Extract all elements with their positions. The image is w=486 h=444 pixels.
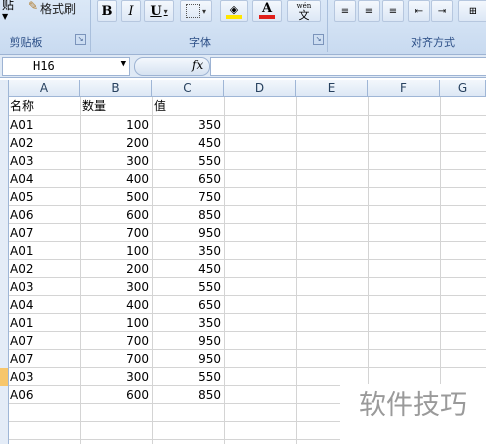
- increase-indent-button[interactable]: ⇥: [431, 0, 453, 22]
- cell-name[interactable]: A07: [10, 332, 78, 350]
- cell-name[interactable]: A07: [10, 350, 78, 368]
- align-right-button[interactable]: ≡: [382, 0, 404, 22]
- cell-quantity[interactable]: 400: [80, 296, 149, 314]
- cell-b1[interactable]: 数量: [82, 97, 150, 115]
- fill-color-button[interactable]: ◈: [220, 0, 248, 22]
- group-separator: [327, 0, 328, 52]
- cell-name[interactable]: A01: [10, 314, 78, 332]
- watermark: 软件技巧: [340, 384, 486, 444]
- cell-quantity[interactable]: 700: [80, 332, 149, 350]
- font-launcher-icon[interactable]: ↘: [313, 34, 324, 45]
- decrease-indent-button[interactable]: ⇤: [408, 0, 430, 22]
- column-header-f[interactable]: F: [368, 80, 440, 97]
- cell-name[interactable]: A03: [10, 278, 78, 296]
- cell-quantity[interactable]: 400: [80, 170, 149, 188]
- name-box-dropdown-icon[interactable]: ▼: [121, 59, 126, 69]
- column-header-b[interactable]: B: [80, 80, 152, 97]
- cell-name[interactable]: A06: [10, 386, 78, 404]
- cell-quantity[interactable]: 200: [80, 260, 149, 278]
- clipboard-launcher-icon[interactable]: ↘: [75, 34, 86, 45]
- cell-value[interactable]: 650: [152, 170, 221, 188]
- cell-name[interactable]: A07: [10, 224, 78, 242]
- fill-color-bar: [226, 14, 242, 19]
- name-box[interactable]: H16 ▼: [2, 57, 130, 76]
- cell-quantity[interactable]: 600: [80, 206, 149, 224]
- cell-name[interactable]: A01: [10, 242, 78, 260]
- cell-value[interactable]: 350: [152, 242, 221, 260]
- cell-quantity[interactable]: 300: [80, 278, 149, 296]
- alignment-group-label: 对齐方式: [411, 36, 455, 49]
- cell-name[interactable]: A06: [10, 206, 78, 224]
- cell-name[interactable]: A02: [10, 134, 78, 152]
- cell-value[interactable]: 550: [152, 278, 221, 296]
- cell-value[interactable]: 450: [152, 260, 221, 278]
- cell-quantity[interactable]: 100: [80, 116, 149, 134]
- borders-icon: [185, 4, 200, 18]
- gridline: [296, 97, 297, 444]
- align-left-button[interactable]: ≡: [334, 0, 356, 22]
- gridline: [224, 97, 225, 444]
- formula-input[interactable]: [210, 57, 486, 76]
- cell-value[interactable]: 950: [152, 224, 221, 242]
- cell-quantity[interactable]: 300: [80, 368, 149, 386]
- cell-name[interactable]: A04: [10, 296, 78, 314]
- cell-name[interactable]: A04: [10, 170, 78, 188]
- column-header-a[interactable]: A: [9, 80, 80, 97]
- cell-quantity[interactable]: 700: [80, 350, 149, 368]
- italic-button[interactable]: I: [121, 0, 141, 22]
- cell-quantity[interactable]: 200: [80, 134, 149, 152]
- format-painter-button[interactable]: 格式刷: [40, 0, 76, 17]
- bold-button[interactable]: B: [97, 0, 117, 22]
- font-color-bar: [259, 15, 275, 19]
- cell-value[interactable]: 350: [152, 314, 221, 332]
- cell-name[interactable]: A05: [10, 188, 78, 206]
- cell-quantity[interactable]: 700: [80, 224, 149, 242]
- cell-a1[interactable]: 名称: [10, 97, 78, 115]
- cell-value[interactable]: 850: [152, 386, 221, 404]
- cell-value[interactable]: 850: [152, 206, 221, 224]
- group-separator: [90, 0, 91, 52]
- selected-row-header[interactable]: [0, 368, 8, 386]
- cell-name[interactable]: A01: [10, 116, 78, 134]
- cell-value[interactable]: 650: [152, 296, 221, 314]
- cell-quantity[interactable]: 500: [80, 188, 149, 206]
- cell-name[interactable]: A02: [10, 260, 78, 278]
- cell-value[interactable]: 450: [152, 134, 221, 152]
- formula-bar: H16 ▼ fx: [0, 55, 486, 78]
- column-header-g[interactable]: G: [440, 80, 486, 97]
- paint-bucket-icon: ◈: [229, 2, 239, 16]
- ribbon: 贴 ▼ ✎ 格式刷 剪贴板 ↘ B I U ▾ ▾ ◈ A wén 文 字体 ↘ …: [0, 0, 486, 55]
- font-color-button[interactable]: A: [252, 0, 282, 22]
- cell-value[interactable]: 950: [152, 350, 221, 368]
- cell-quantity[interactable]: 300: [80, 152, 149, 170]
- paste-dropdown-arrow[interactable]: ▼: [2, 12, 8, 21]
- font-group-label: 字体: [189, 36, 211, 49]
- format-painter-icon[interactable]: ✎: [28, 0, 38, 13]
- align-center-button[interactable]: ≡: [358, 0, 380, 22]
- column-header-e[interactable]: E: [296, 80, 368, 97]
- clipboard-group-label: 剪贴板: [9, 36, 43, 49]
- row-headers[interactable]: [0, 80, 9, 444]
- cell-quantity[interactable]: 100: [80, 242, 149, 260]
- cell-value[interactable]: 950: [152, 332, 221, 350]
- cell-value[interactable]: 350: [152, 116, 221, 134]
- insert-function-icon[interactable]: fx: [192, 58, 203, 72]
- cell-quantity[interactable]: 600: [80, 386, 149, 404]
- phonetic-guide-button[interactable]: wén 文: [287, 0, 321, 22]
- column-header-d[interactable]: D: [224, 80, 296, 97]
- underline-button[interactable]: U ▾: [144, 0, 174, 22]
- cell-c1[interactable]: 值: [154, 97, 222, 115]
- cell-value[interactable]: 550: [152, 368, 221, 386]
- merge-center-button[interactable]: ⊞: [458, 0, 486, 22]
- borders-button[interactable]: ▾: [180, 0, 212, 22]
- cell-value[interactable]: 750: [152, 188, 221, 206]
- cell-name[interactable]: A03: [10, 368, 78, 386]
- cell-value[interactable]: 550: [152, 152, 221, 170]
- cell-name[interactable]: A03: [10, 152, 78, 170]
- cell-quantity[interactable]: 100: [80, 314, 149, 332]
- column-header-c[interactable]: C: [152, 80, 224, 97]
